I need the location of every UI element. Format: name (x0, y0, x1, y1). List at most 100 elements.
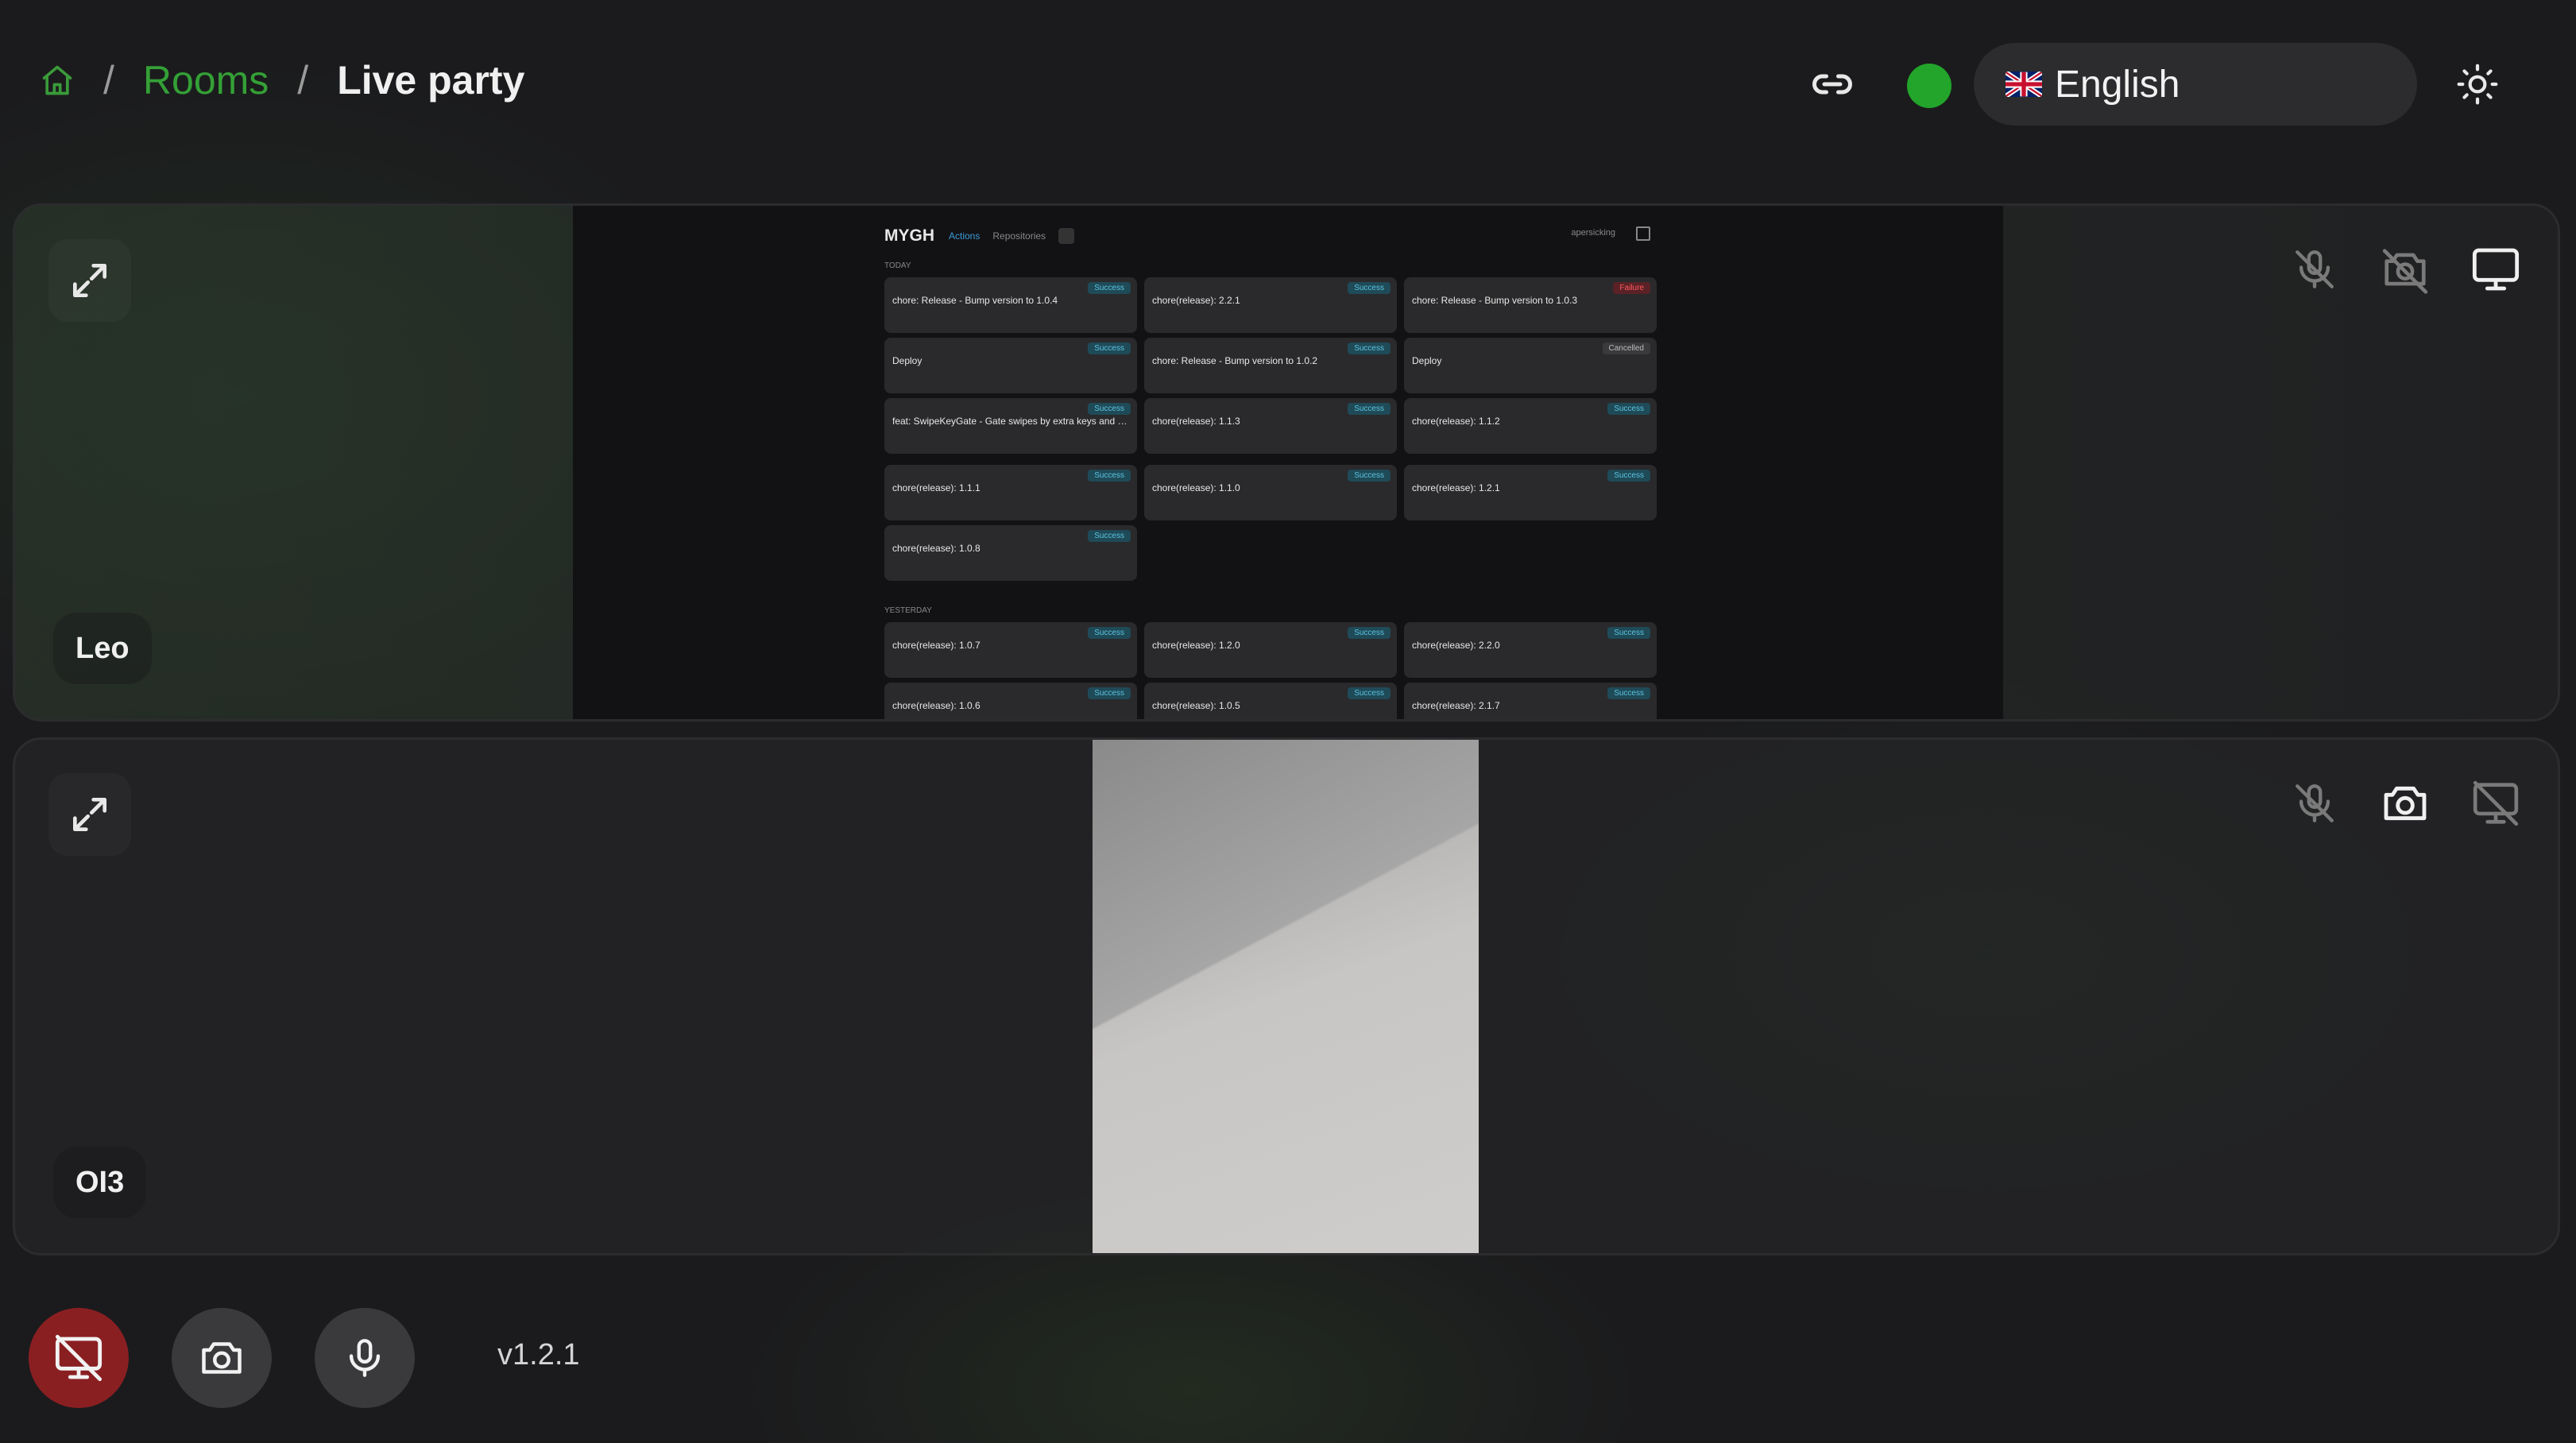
mic-off-icon (2284, 239, 2345, 300)
workflow-card: Success chore(release): 1.0.7 (884, 622, 1137, 678)
workflow-status-badge: Success (1607, 687, 1650, 699)
workflow-card-title: chore(release): 1.0.5 (1152, 700, 1240, 711)
participant-status-icons (2284, 773, 2526, 834)
workflow-card: Success chore: Release - Bump version to … (884, 277, 1137, 333)
workflow-card: Failure chore: Release - Bump version to … (1404, 277, 1657, 333)
logout-icon (1636, 226, 1650, 241)
workflow-card-title: chore: Release - Bump version to 1.0.4 (892, 295, 1058, 306)
top-bar: / Rooms / Live party English (0, 0, 2576, 175)
workflow-status-badge: Success (1607, 627, 1650, 639)
participant-name: Leo (53, 613, 152, 684)
workflow-card: Success chore(release): 1.0.8 (884, 525, 1137, 581)
workflow-card: Success chore: Release - Bump version to … (1144, 338, 1397, 393)
camera-video (1093, 740, 1479, 1253)
breadcrumb-separator: / (297, 58, 309, 103)
workflow-card-title: chore(release): 1.0.6 (892, 700, 981, 711)
workflow-card-title: chore: Release - Bump version to 1.0.2 (1152, 355, 1318, 366)
camera-video-shading (1093, 740, 1479, 1253)
mic-toggle-button[interactable] (315, 1308, 415, 1408)
workflow-card: Success chore(release): 1.1.3 (1144, 398, 1397, 454)
workflow-card: Success chore(release): 1.1.2 (1404, 398, 1657, 454)
home-icon[interactable] (40, 63, 75, 98)
workflow-card: Success chore(release): 1.2.0 (1144, 622, 1397, 678)
shared-tab-repositories: Repositories (992, 230, 1046, 242)
workflow-status-badge: Success (1607, 470, 1650, 482)
workflow-status-badge: Success (1348, 342, 1390, 354)
camera-off-icon (2375, 239, 2435, 300)
breadcrumb-rooms-link[interactable]: Rooms (143, 57, 269, 103)
language-select[interactable]: English (1974, 43, 2417, 126)
shared-tab-actions: Actions (949, 230, 981, 242)
workflow-card-title: chore(release): 2.2.0 (1412, 640, 1500, 651)
camera-icon (2375, 773, 2435, 834)
workflow-card: Success chore(release): 2.2.1 (1144, 277, 1397, 333)
refresh-icon (1058, 228, 1075, 244)
workflow-card-title: feat: SwipeKeyGate - Gate swipes by extr… (892, 416, 1129, 427)
workflow-status-badge: Success (1088, 530, 1131, 542)
expand-tile-button[interactable] (48, 773, 131, 856)
breadcrumb: / Rooms / Live party (40, 57, 524, 103)
screen-share-icon (2466, 239, 2526, 300)
language-label: English (2055, 63, 2180, 106)
breadcrumb-separator: / (103, 58, 114, 103)
workflow-card: Success chore(release): 2.2.0 (1404, 622, 1657, 678)
workflow-card: Success Deploy (884, 338, 1137, 393)
expand-tile-button[interactable] (48, 239, 131, 322)
mic-icon (349, 1339, 381, 1377)
workflow-card-title: chore(release): 1.2.0 (1152, 640, 1240, 651)
shared-screen-content: MYGH Actions Repositories apersicking TO… (884, 206, 1663, 719)
workflow-card-title: chore(release): 1.0.7 (892, 640, 981, 651)
screen-share-video: MYGH Actions Repositories apersicking TO… (573, 206, 2003, 719)
page-title: Live party (337, 58, 525, 103)
uk-flag-icon (2005, 72, 2042, 97)
workflow-status-badge: Success (1088, 342, 1131, 354)
link-icon (1812, 74, 1852, 95)
workflow-card-title: chore: Release - Bump version to 1.0.3 (1412, 295, 1578, 306)
workflow-card: Success chore(release): 1.0.6 (884, 683, 1137, 719)
mic-off-icon (2284, 773, 2345, 834)
workflow-card: Success chore(release): 1.1.0 (1144, 465, 1397, 520)
call-controls-bar: v1.2.1 (0, 1295, 2576, 1443)
workflow-card: Cancelled Deploy (1404, 338, 1657, 393)
workflow-status-badge: Success (1348, 627, 1390, 639)
section-today: TODAY (884, 261, 911, 270)
workflow-card: Success chore(release): 1.0.5 (1144, 683, 1397, 719)
sun-icon (2457, 64, 2498, 105)
expand-icon (73, 264, 107, 297)
workflow-card-title: chore(release): 1.1.0 (1152, 482, 1240, 493)
workflow-card-title: chore(release): 1.2.1 (1412, 482, 1500, 493)
workflow-status-badge: Success (1348, 687, 1390, 699)
expand-icon (73, 798, 107, 831)
app-version: v1.2.1 (497, 1338, 580, 1371)
workflow-status-badge: Success (1088, 627, 1131, 639)
workflow-card: Success chore(release): 1.1.1 (884, 465, 1137, 520)
workflow-status-badge: Success (1088, 282, 1131, 294)
screen-share-off-icon (55, 1334, 102, 1382)
workflow-card-title: chore(release): 2.1.7 (1412, 700, 1500, 711)
workflow-status-badge: Success (1088, 470, 1131, 482)
stop-screen-share-button[interactable] (29, 1308, 129, 1408)
participant-name: OI3 (53, 1147, 147, 1218)
theme-toggle-button[interactable] (2447, 54, 2508, 114)
participant-status-icons (2284, 239, 2526, 300)
screen-share-off-icon (2466, 773, 2526, 834)
shared-app-header: MYGH Actions Repositories apersicking (884, 220, 1663, 252)
shared-app-title: MYGH (884, 226, 934, 245)
workflow-status-badge: Success (1088, 403, 1131, 415)
workflow-status-badge: Success (1348, 282, 1390, 294)
workflow-status-badge: Failure (1613, 282, 1650, 294)
participant-tile-oi3: OI3 (13, 737, 2560, 1255)
workflow-card: Success chore(release): 1.2.1 (1404, 465, 1657, 520)
workflow-card-title: Deploy (892, 355, 922, 366)
workflow-status-badge: Success (1607, 403, 1650, 415)
workflow-card-title: chore(release): 1.0.8 (892, 543, 981, 554)
workflow-card-title: chore(release): 2.2.1 (1152, 295, 1240, 306)
camera-toggle-button[interactable] (172, 1308, 272, 1408)
workflow-status-badge: Success (1348, 403, 1390, 415)
workflow-card-title: chore(release): 1.1.2 (1412, 416, 1500, 427)
workflow-card-title: chore(release): 1.1.1 (892, 482, 981, 493)
connection-status-indicator (1907, 64, 1951, 108)
participant-tile-leo: MYGH Actions Repositories apersicking TO… (13, 203, 2560, 722)
workflow-status-badge: Success (1088, 687, 1131, 699)
copy-link-button[interactable] (1804, 56, 1861, 113)
